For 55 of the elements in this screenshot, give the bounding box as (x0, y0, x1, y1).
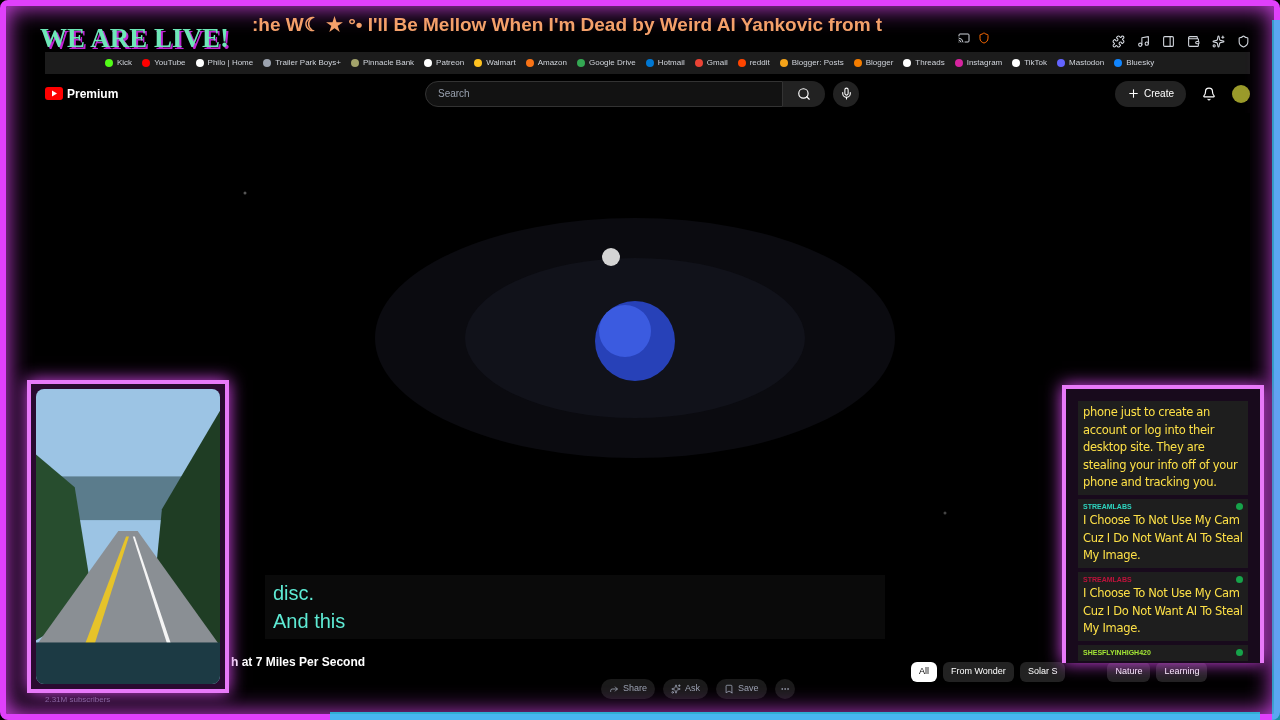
music-icon[interactable] (1137, 35, 1150, 48)
sidebar-icon[interactable] (1162, 35, 1175, 48)
badge-icon (1236, 649, 1243, 657)
sparkle-icon (671, 684, 682, 694)
bookmark-link[interactable]: Mastodon (1057, 57, 1105, 69)
youtube-logo-icon[interactable] (45, 87, 63, 100)
video-title: h at 7 Miles Per Second (231, 654, 367, 671)
bookmark-link[interactable]: Gmail (694, 57, 728, 69)
shield-icon[interactable] (1237, 35, 1250, 48)
bookmark-link[interactable]: Philo | Home (195, 57, 254, 69)
bookmark-link[interactable]: TikTok (1012, 57, 1048, 69)
bookmark-link[interactable]: Hotmail (645, 57, 685, 69)
plus-icon (1127, 87, 1140, 100)
sparkle-icon[interactable] (1212, 35, 1225, 48)
ask-button[interactable]: Ask (663, 679, 709, 699)
share-button[interactable]: Share (601, 679, 656, 699)
bookmark-link[interactable]: Walmart (474, 57, 516, 69)
bookmark-link[interactable]: Patreon (424, 57, 465, 69)
bookmark-link[interactable]: Threads (903, 57, 945, 69)
bookmark-link[interactable]: Bluesky (1114, 57, 1155, 69)
share-icon (609, 684, 619, 694)
mic-button[interactable] (833, 80, 859, 107)
wallet-icon[interactable] (1187, 35, 1200, 48)
bookmark-link[interactable]: reddit (737, 57, 770, 69)
cast-icon[interactable] (958, 32, 970, 44)
bookmark-link[interactable]: Google Drive (577, 57, 636, 69)
create-button[interactable]: Create (1115, 80, 1186, 107)
subscriber-count: 2.31M subscribers (45, 695, 111, 704)
filter-chip[interactable]: Learning (1156, 662, 1208, 682)
bookmark-link[interactable]: Pinnacle Bank (350, 57, 415, 69)
puzzle-icon[interactable] (1112, 35, 1125, 48)
live-banner-text: WE ARE LIVE! (40, 24, 230, 52)
filter-chip[interactable]: Solar S (1019, 662, 1066, 682)
notification-icon[interactable] (1202, 86, 1216, 101)
filter-chip[interactable]: From Wonder (943, 662, 1014, 682)
bookmark-link[interactable]: Instagram (954, 57, 1003, 69)
bookmark-link[interactable]: Trailer Park Boys+ (263, 57, 341, 69)
search-icon (797, 86, 811, 101)
more-button[interactable] (774, 679, 795, 699)
logo-text: Premium (67, 85, 119, 103)
bookmark-icon (724, 684, 735, 694)
bookmark-link[interactable]: Amazon (525, 57, 567, 69)
bookmark-link[interactable]: Blogger: Posts (779, 57, 844, 69)
bookmark-link[interactable]: Blogger (853, 57, 894, 69)
microphone-icon (839, 87, 853, 100)
bookmark-link[interactable]: Kick (105, 57, 133, 69)
lion-shield-icon[interactable] (978, 32, 990, 44)
search-field[interactable]: Search (425, 80, 783, 107)
ticker-text: :he W☾ ★ °• I'll Be Mellow When I'm Dead by Weird Al Yankovic from t (252, 14, 883, 36)
save-button[interactable]: Save (716, 679, 767, 699)
bookmark-link[interactable]: YouTube (142, 57, 186, 69)
filter-chip[interactable]: Nature (1107, 662, 1151, 682)
filter-chip[interactable]: All (911, 662, 937, 682)
search-button[interactable] (783, 80, 825, 107)
avatar[interactable] (1232, 84, 1250, 103)
